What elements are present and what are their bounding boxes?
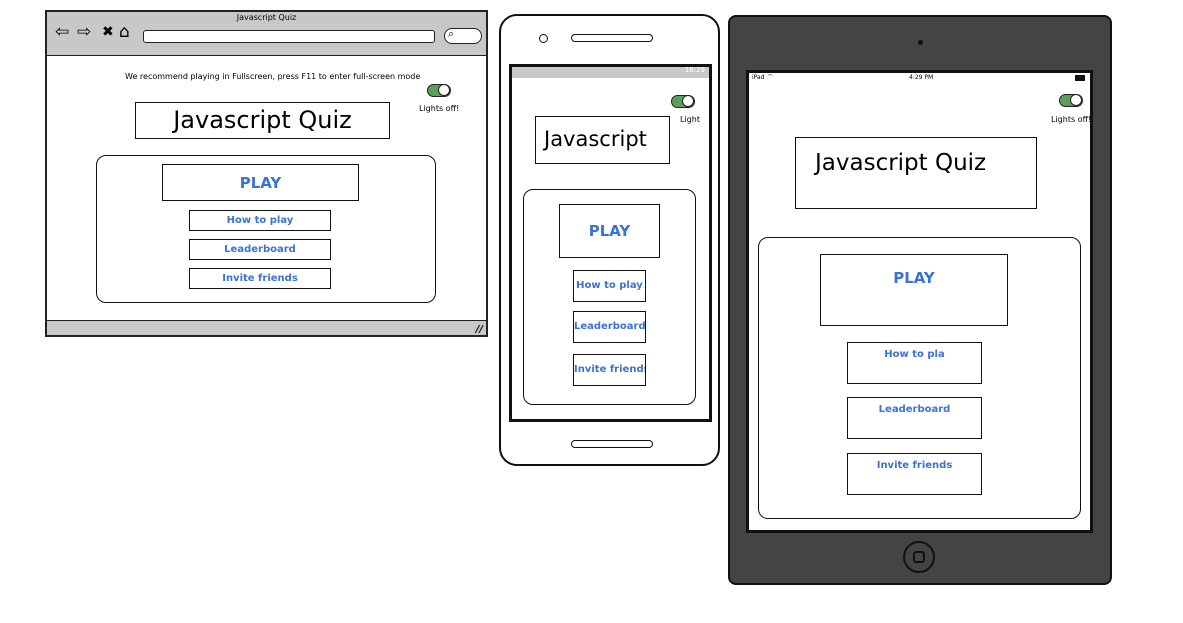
invite-friends-button[interactable]: Invite friends [573,354,646,386]
page-title: Javascript Quiz [135,102,390,139]
play-button[interactable]: PLAY [162,164,359,201]
menu-panel: PLAY How to play Leaderboard Invite frie… [523,189,696,405]
lights-toggle[interactable] [671,95,695,108]
lights-toggle[interactable] [427,84,451,97]
battery-icon [1075,75,1085,81]
fullscreen-recommendation: We recommend playing in Fullscreen, pres… [125,72,421,81]
how-to-play-button[interactable]: How to pla [847,342,982,384]
window-title: Javascript Quiz [236,13,297,22]
phone-speaker [571,34,653,42]
home-square-icon [913,551,925,563]
how-to-play-button[interactable]: How to play [573,270,646,302]
search-icon: ⌕ [448,27,455,40]
home-icon[interactable]: ⌂ [119,24,130,41]
menu-panel: PLAY How to pla Leaderboard Invite frien… [758,237,1081,519]
lights-toggle-label: Lights off! [1051,115,1092,124]
phone-camera [539,34,548,43]
wifi-icon: ⌔ [767,73,774,81]
invite-friends-button[interactable]: Invite friends [189,268,331,289]
play-button[interactable]: PLAY [559,204,660,258]
play-button[interactable]: PLAY [820,254,1008,326]
lights-toggle-label: Lights off! [419,104,460,113]
toggle-knob [1070,94,1082,106]
phone-status-time: 18:29 [684,66,705,74]
leaderboard-button[interactable]: Leaderboard [189,239,331,260]
phone-statusbar: 18:29 [512,67,709,78]
page-title: Javascript [535,116,670,164]
tablet-screen: iPad ⌔ 4:29 PM Lights off! Javascript Qu… [746,70,1093,533]
phone-device: 18:29 Light Javascript PLAY How to play … [499,14,720,466]
leaderboard-button[interactable]: Leaderboard [847,397,982,439]
resize-handle-icon[interactable]: // [476,324,483,335]
phone-screen: 18:29 Light Javascript PLAY How to play … [509,64,712,422]
search-button[interactable]: ⌕ [444,27,482,44]
leaderboard-button[interactable]: Leaderboard [573,311,646,343]
forward-icon[interactable]: ⇨ [77,24,91,41]
back-icon[interactable]: ⇦ [55,24,69,41]
phone-home-button[interactable] [571,440,653,448]
toggle-knob [682,95,694,107]
lights-toggle-label: Light [680,115,700,124]
browser-window: Javascript Quiz ⇦ ⇨ ✖ ⌂ ⌕ We recommend p… [45,10,488,337]
tablet-device: iPad ⌔ 4:29 PM Lights off! Javascript Qu… [728,15,1112,585]
tablet-status-device: iPad [752,74,765,81]
browser-titlebar: Javascript Quiz ⇦ ⇨ ✖ ⌂ ⌕ [47,12,486,56]
menu-panel: PLAY How to play Leaderboard Invite frie… [96,155,436,303]
tablet-statusbar: iPad ⌔ 4:29 PM [749,73,1090,83]
tablet-camera [918,40,923,45]
invite-friends-button[interactable]: Invite friends [847,453,982,495]
url-bar[interactable] [143,30,435,43]
tablet-home-button[interactable] [903,541,935,573]
page-title: Javascript Quiz [795,137,1037,209]
stop-icon[interactable]: ✖ [102,24,114,41]
lights-toggle[interactable] [1059,94,1083,107]
tablet-status-time: 4:29 PM [909,74,934,81]
how-to-play-button[interactable]: How to play [189,210,331,231]
browser-statusbar: // [47,320,486,335]
toggle-knob [438,84,450,96]
